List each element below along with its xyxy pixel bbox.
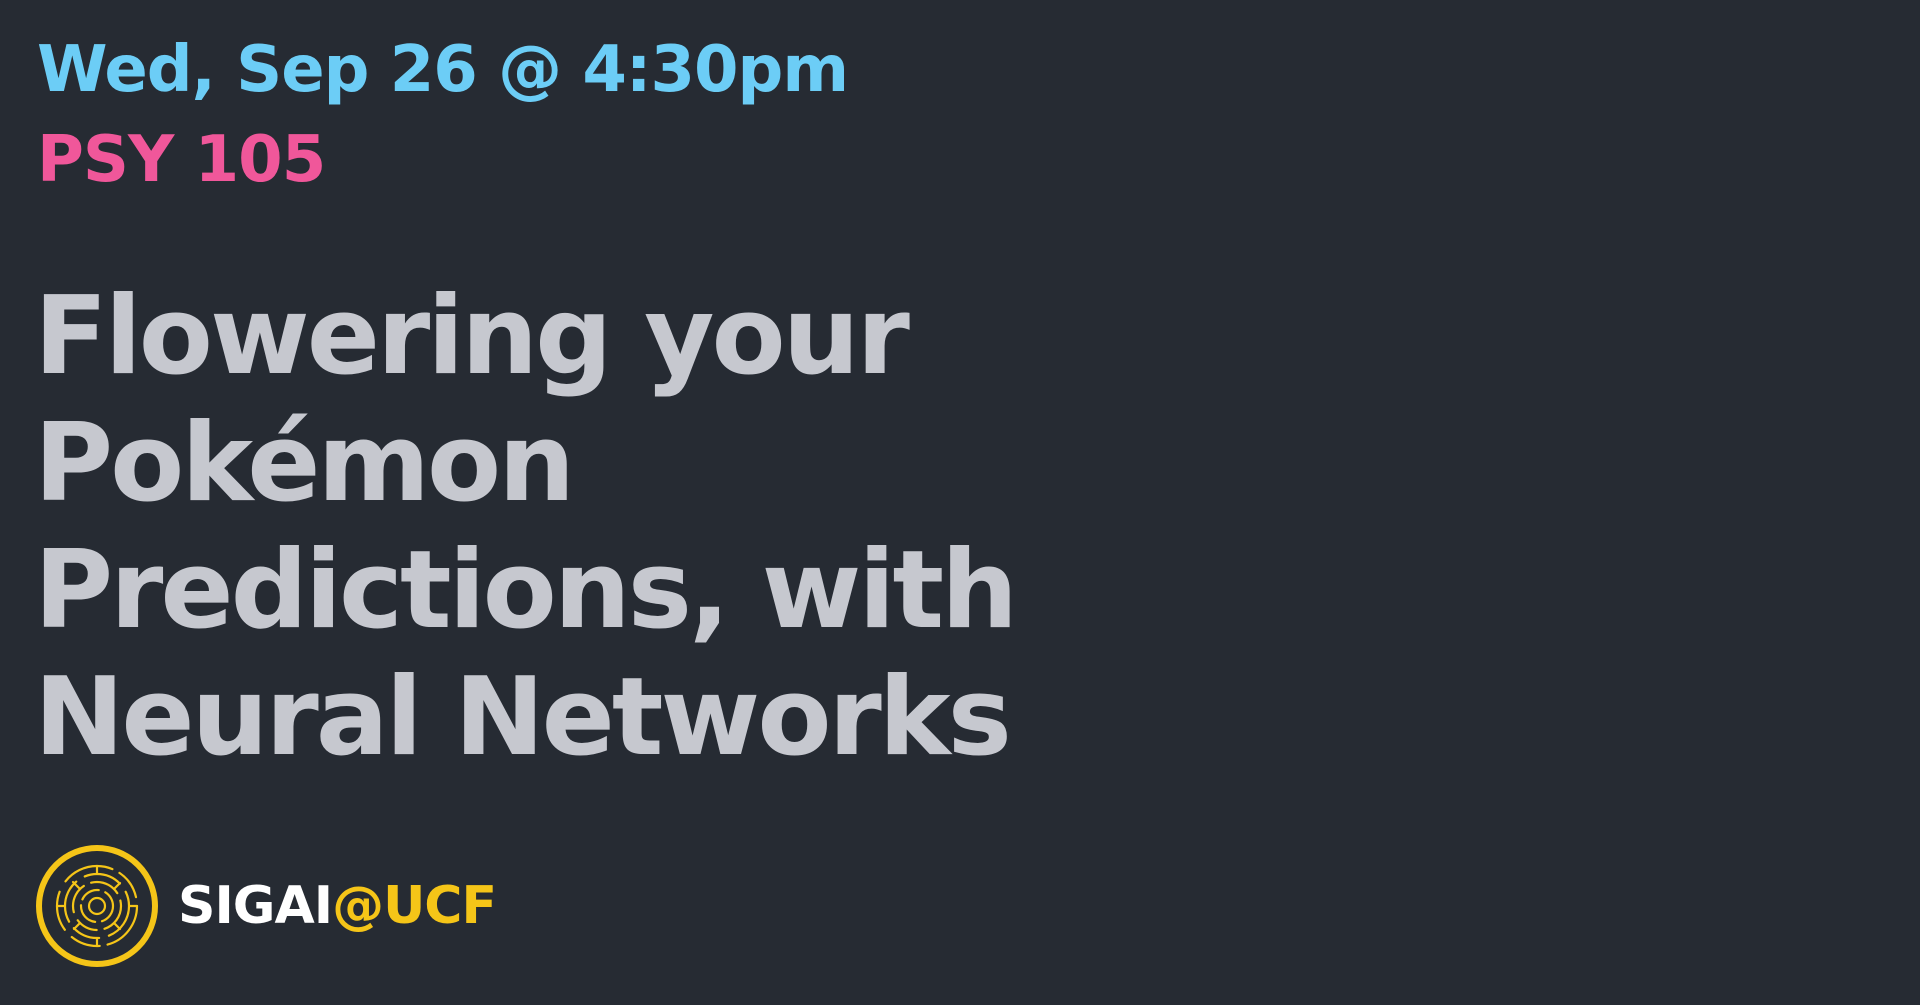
brand-logo: SIGAI@UCF bbox=[34, 843, 497, 969]
talk-title-line: Flowering your bbox=[34, 274, 910, 399]
talk-title: Flowering your Pokémon Predictions, with… bbox=[34, 273, 1034, 781]
brand-name-primary: SIGAI bbox=[178, 876, 333, 936]
event-datetime: Wed, Sep 26 @ 4:30pm bbox=[37, 33, 849, 107]
circuit-circle-logo-icon bbox=[36, 845, 158, 967]
brand-name-suffix: @UCF bbox=[332, 876, 497, 936]
talk-title-line: Pokémon bbox=[34, 401, 575, 526]
talk-title-line: Predictions, with bbox=[34, 528, 1018, 653]
brand-name: SIGAI@UCF bbox=[178, 876, 497, 936]
event-room: PSY 105 bbox=[37, 123, 326, 197]
talk-title-line: Neural Networks bbox=[34, 655, 1012, 780]
